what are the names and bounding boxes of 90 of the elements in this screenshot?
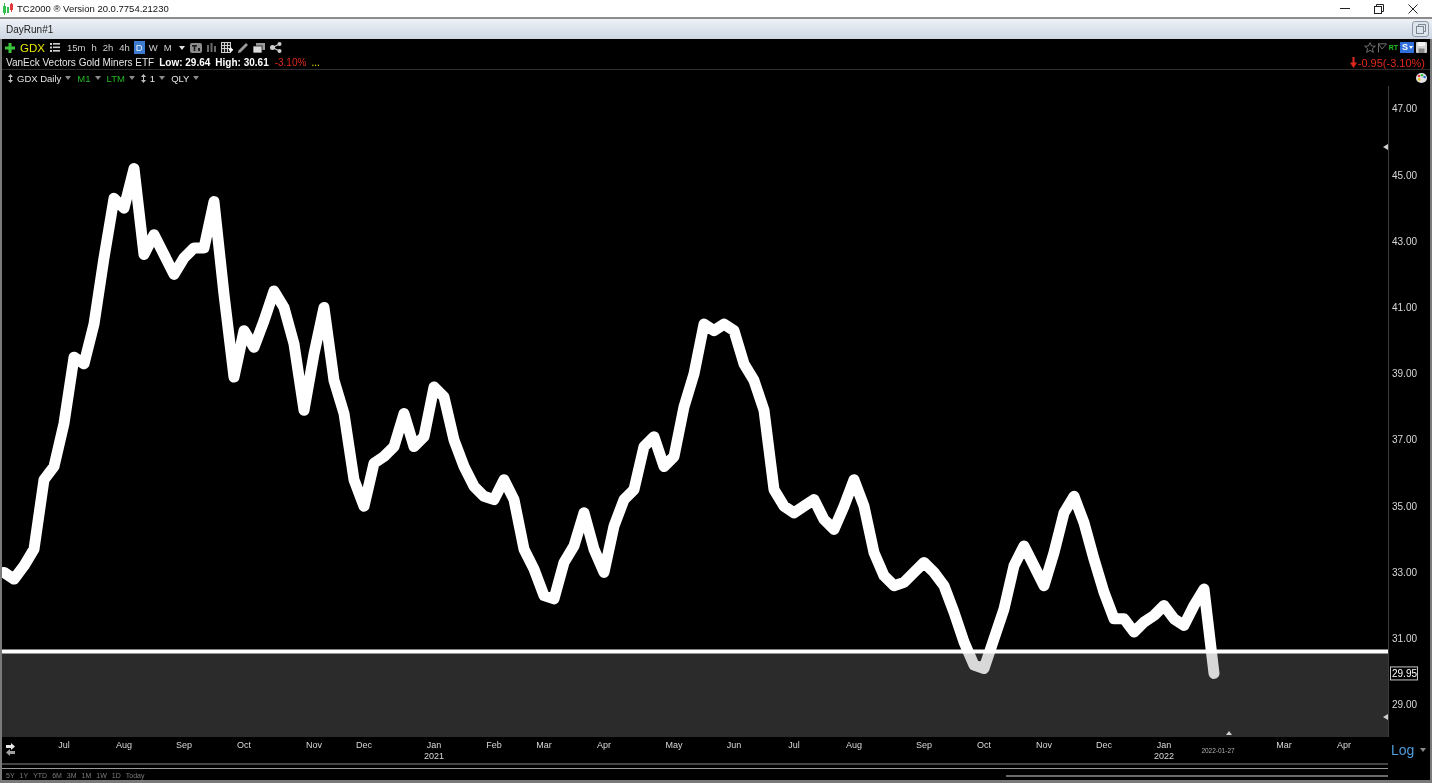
layer-label[interactable]: GDX Daily bbox=[17, 72, 62, 84]
timeframe-button[interactable]: 4h bbox=[117, 41, 132, 54]
x-tick-label: Nov bbox=[306, 740, 322, 750]
x-tick-label: Jan bbox=[426, 740, 442, 750]
percent-change: -3.10% bbox=[274, 57, 307, 68]
palette-icon[interactable] bbox=[1416, 73, 1427, 83]
star-icon[interactable] bbox=[1363, 42, 1376, 53]
timeframe-button[interactable]: D bbox=[133, 41, 145, 54]
minimize-icon bbox=[1340, 8, 1350, 9]
arrows-icon[interactable] bbox=[6, 743, 15, 756]
timeframe-button[interactable]: M bbox=[161, 41, 174, 54]
y-tick-label: 37.00 bbox=[1392, 434, 1418, 446]
symbol-label[interactable]: GDX bbox=[20, 40, 45, 55]
s-menu-button[interactable]: S bbox=[1400, 42, 1414, 53]
timeframe-button[interactable]: 2h bbox=[100, 41, 116, 54]
plus-icon[interactable] bbox=[5, 42, 15, 53]
security-name: VanEck Vectors Gold Miners ETF bbox=[6, 57, 155, 68]
x-tick-label: Jul bbox=[58, 740, 70, 750]
triangle-icon bbox=[1226, 731, 1232, 735]
tile-icon[interactable] bbox=[189, 42, 202, 53]
caret-icon[interactable] bbox=[159, 76, 166, 80]
x-tick-label: Nov bbox=[1036, 740, 1052, 750]
x-tick-label: Jun bbox=[726, 740, 742, 750]
reference-line[interactable] bbox=[2, 649, 1388, 654]
last-price-tag: 29.95 bbox=[1390, 666, 1418, 681]
save-icon[interactable] bbox=[1416, 42, 1427, 53]
caret-icon[interactable] bbox=[94, 76, 101, 80]
caret-icon[interactable] bbox=[178, 45, 185, 50]
caret-icon[interactable] bbox=[193, 76, 200, 80]
x-tick-label: Sep bbox=[916, 740, 932, 750]
y-tick-label: 41.00 bbox=[1392, 302, 1418, 314]
timeframe-button[interactable]: 15m bbox=[64, 41, 88, 54]
scale-mode-button[interactable]: Log bbox=[1391, 741, 1415, 758]
updown-arrow-icon[interactable] bbox=[8, 73, 13, 83]
timeframe-button[interactable]: W bbox=[146, 41, 160, 54]
high-price: High: 30.61 bbox=[215, 57, 269, 68]
triangle-icon bbox=[1383, 714, 1388, 720]
x-tick-label: Mar bbox=[536, 740, 552, 750]
restore-icon bbox=[1374, 3, 1384, 14]
layer-label[interactable]: M1 bbox=[77, 72, 91, 84]
y-tick-label: 33.00 bbox=[1392, 566, 1418, 578]
layer-label[interactable]: LTM bbox=[106, 72, 125, 84]
y-tick-label: 31.00 bbox=[1392, 633, 1418, 645]
window-title: TC2000 ® Version 20.0.7754.21230 bbox=[17, 3, 169, 14]
x-tick-label: Jul bbox=[788, 740, 800, 750]
close-icon bbox=[1408, 3, 1418, 14]
bar-chart-icon[interactable] bbox=[206, 43, 216, 52]
x-tick-label: Aug bbox=[846, 740, 862, 750]
y-tick-label: 29.00 bbox=[1392, 699, 1418, 711]
y-tick-label: 35.00 bbox=[1392, 500, 1418, 512]
y-tick-label: 45.00 bbox=[1392, 169, 1418, 181]
workspace-tab[interactable]: DayRun#1 bbox=[6, 23, 54, 35]
caret-icon[interactable] bbox=[65, 76, 72, 80]
x-tick-label: Aug bbox=[116, 740, 132, 750]
restore-icon bbox=[1415, 24, 1426, 34]
x-tick-label: May bbox=[665, 740, 683, 750]
x-tick-label: Apr bbox=[597, 740, 611, 750]
more-link[interactable]: ... bbox=[311, 57, 320, 68]
x-tick-label: Mar bbox=[1276, 740, 1292, 750]
caret-icon[interactable] bbox=[128, 76, 135, 80]
x-tick-label: Oct bbox=[977, 740, 991, 750]
x-tick-label: Jan bbox=[1156, 740, 1172, 750]
year-label: 2021 bbox=[424, 751, 444, 761]
y-tick-label: 39.00 bbox=[1392, 368, 1418, 380]
x-tick-label: Feb bbox=[486, 740, 502, 750]
x-tick-label: Apr bbox=[1337, 740, 1351, 750]
flag-icon[interactable] bbox=[1377, 42, 1387, 53]
y-tick-label: 47.00 bbox=[1392, 103, 1418, 115]
x-tick-label: Dec bbox=[356, 740, 372, 750]
caret-icon[interactable] bbox=[1420, 747, 1427, 752]
scrollbar-thumb[interactable] bbox=[1006, 774, 1388, 777]
y-tick-label: 43.00 bbox=[1392, 235, 1418, 247]
low-price: Low: 29.64 bbox=[159, 57, 211, 68]
app-logo-icon bbox=[3, 2, 13, 15]
net-change: -0.95(-3.10%) bbox=[1357, 56, 1425, 69]
updown-arrow-icon[interactable] bbox=[140, 73, 146, 83]
year-label: 2022 bbox=[1154, 751, 1174, 761]
x-tick-label: Dec bbox=[1096, 740, 1112, 750]
stacked-windows-icon[interactable] bbox=[252, 42, 265, 53]
timeframe-button[interactable]: h bbox=[89, 41, 99, 54]
layer-label[interactable]: QLY bbox=[171, 72, 190, 84]
share-icon[interactable] bbox=[269, 42, 282, 53]
layer-label[interactable]: 1 bbox=[149, 72, 156, 84]
caret-icon bbox=[1409, 46, 1413, 49]
triangle-icon bbox=[1383, 144, 1388, 150]
grid-plus-icon[interactable] bbox=[220, 41, 233, 54]
x-tick-label: Oct bbox=[237, 740, 251, 750]
pencil-icon[interactable] bbox=[237, 42, 248, 53]
list-icon[interactable] bbox=[49, 43, 60, 52]
x-tick-label: Sep bbox=[176, 740, 192, 750]
